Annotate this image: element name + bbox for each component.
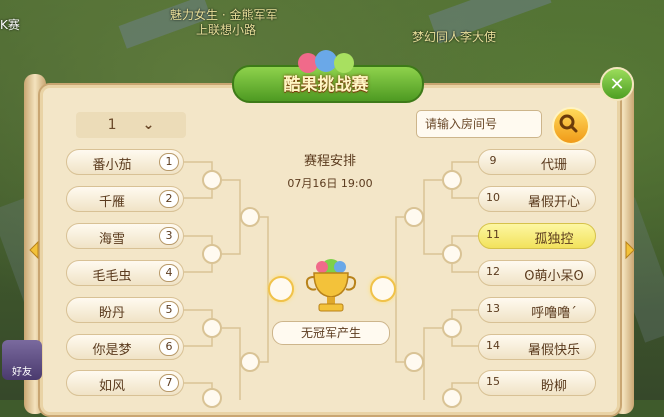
scene-npc-name: 梦幻同人李大使: [412, 30, 497, 44]
trophy-icon: [305, 259, 357, 312]
player-seed: 11: [486, 228, 500, 241]
bracket-node: [202, 244, 222, 264]
bracket-player-left-4[interactable]: 毛毛虫 4: [66, 260, 184, 286]
bracket-player-right-14[interactable]: 14 暑假快乐: [478, 334, 596, 360]
player-name: 呼噜噜´: [531, 306, 577, 321]
player-seed: 2: [159, 190, 179, 208]
bracket-player-left-2[interactable]: 千雁 2: [66, 186, 184, 212]
bracket-node: [202, 318, 222, 338]
player-seed: 10: [486, 191, 500, 204]
player-seed: 7: [159, 374, 179, 392]
player-name: 代珊: [540, 158, 567, 173]
bracket-node: [240, 207, 260, 227]
bracket-node: [442, 388, 462, 408]
friends-button[interactable]: 好友: [2, 340, 42, 380]
player-name: 盼柳: [540, 379, 567, 394]
player-name: 暑假快乐: [527, 343, 580, 358]
player-seed: 6: [159, 338, 179, 356]
friends-label: 好友: [12, 367, 32, 378]
scene-npc-guild: 上联想小路: [196, 23, 257, 37]
bracket-player-left-1[interactable]: 番小茄 1: [66, 149, 184, 175]
player-name: 你是梦: [92, 343, 132, 358]
bracket-player-left-6[interactable]: 你是梦 6: [66, 334, 184, 360]
player-name: 盼丹: [98, 306, 125, 321]
final-node-left: [268, 276, 294, 302]
player-seed: 14: [486, 339, 500, 352]
scene-top-left-text: K赛: [0, 18, 20, 32]
bracket-player-right-13[interactable]: 13 呼噜噜´: [478, 297, 596, 323]
bracket-player-right-11[interactable]: 11 孤独控: [478, 223, 596, 249]
search-button[interactable]: [552, 107, 590, 145]
player-seed: 1: [159, 153, 179, 171]
bracket-player-right-10[interactable]: 10 暑假开心: [478, 186, 596, 212]
player-name: 如风: [98, 379, 125, 394]
final-node-right: [370, 276, 396, 302]
bracket-node: [442, 244, 462, 264]
player-name: 海雪: [98, 232, 125, 247]
player-name: ʘ萌小呆ʘ: [524, 269, 584, 284]
bracket-player-right-12[interactable]: 12 ʘ萌小呆ʘ: [478, 260, 596, 286]
bracket-player-right-9[interactable]: 9 代珊: [478, 149, 596, 175]
player-seed: 3: [159, 227, 179, 245]
bracket-node: [442, 170, 462, 190]
close-icon: ✕: [609, 73, 625, 95]
player-name: 孤独控: [534, 232, 574, 247]
player-name: 暑假开心: [527, 195, 580, 210]
bracket-node: [240, 352, 260, 372]
schedule-time: 07月16日 19:00: [287, 177, 373, 190]
player-name: 千雁: [98, 195, 125, 210]
chevron-down-icon: ⌄: [142, 117, 155, 133]
round-value: 1: [107, 117, 117, 133]
bracket-node: [202, 388, 222, 408]
bracket-player-left-3[interactable]: 海雪 3: [66, 223, 184, 249]
schedule-title: 赛程安排: [303, 154, 356, 169]
bracket-node: [442, 318, 462, 338]
bracket-player-left-7[interactable]: 如风 7: [66, 370, 184, 396]
champion-label: 无冠军产生: [272, 321, 390, 345]
title-banner: 酷果挑战赛: [232, 50, 424, 103]
player-seed: 15: [486, 375, 500, 388]
bracket-node: [404, 207, 424, 227]
close-button[interactable]: ✕: [600, 67, 634, 101]
search-icon: [559, 114, 578, 133]
bracket-player-left-5[interactable]: 盼丹 5: [66, 297, 184, 323]
player-seed: 9: [489, 154, 497, 167]
next-page-arrow-icon[interactable]: [624, 240, 636, 260]
window-title: 酷果挑战赛: [283, 75, 369, 95]
room-number-input[interactable]: [416, 110, 542, 138]
player-name: 番小茄: [92, 158, 132, 173]
player-seed: 13: [486, 302, 500, 315]
player-name: 毛毛虫: [92, 269, 132, 284]
player-seed: 12: [486, 265, 500, 278]
bracket-node: [404, 352, 424, 372]
player-seed: 5: [159, 301, 179, 319]
player-seed: 4: [159, 264, 179, 282]
bracket-node: [202, 170, 222, 190]
round-dropdown[interactable]: 1 ⌄: [76, 112, 186, 138]
bracket-player-right-15[interactable]: 15 盼柳: [478, 370, 596, 396]
prev-page-arrow-icon[interactable]: [28, 240, 40, 260]
